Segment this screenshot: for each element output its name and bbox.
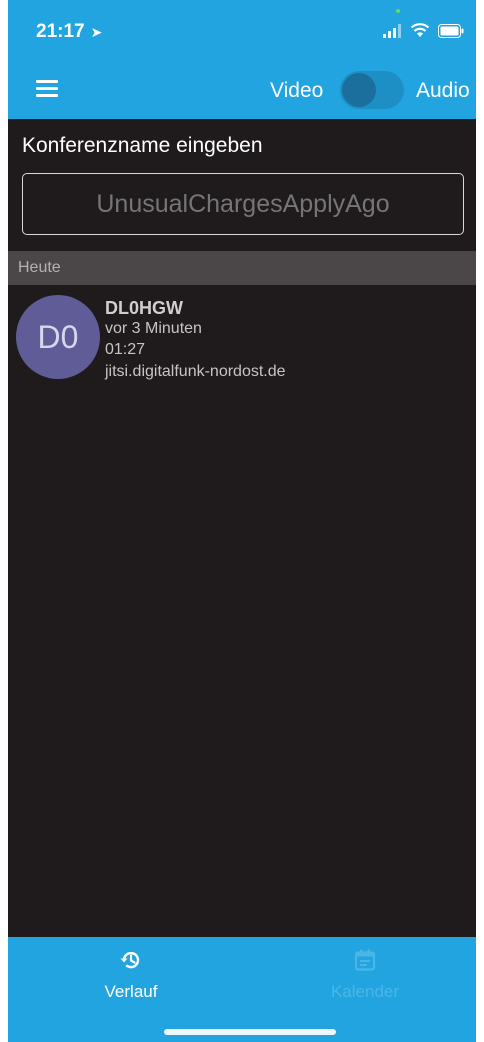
tab-calendar-label: Kalender xyxy=(330,982,400,1001)
tab-history[interactable]: Verlauf xyxy=(71,945,191,1005)
avatar: D0 xyxy=(16,295,100,379)
camera-indicator-dot xyxy=(396,9,400,13)
section-label-today: Heute xyxy=(18,259,61,276)
conference-name-title: Konferenzname eingeben xyxy=(22,134,263,157)
wifi-icon xyxy=(410,23,430,37)
video-label: Video xyxy=(270,79,324,102)
status-bar: 21:17 ➤ xyxy=(8,0,476,62)
meeting-time-ago: vor 3 Minuten xyxy=(105,320,202,337)
location-arrow-icon: ➤ xyxy=(90,24,103,40)
status-time: 21:17 xyxy=(36,21,85,42)
app-screen: 21:17 ➤ Video Audio Konferenzname eingeb… xyxy=(8,0,476,1042)
signal-icon xyxy=(383,24,401,38)
app-bar: Video Audio xyxy=(8,62,476,119)
history-section-header: Heute xyxy=(8,251,476,285)
home-indicator[interactable] xyxy=(164,1029,336,1035)
conference-name-input[interactable] xyxy=(22,173,464,235)
history-list-item[interactable]: D0 DL0HGW vor 3 Minuten 01:27 jitsi.digi… xyxy=(8,290,476,386)
audio-label: Audio xyxy=(416,79,470,102)
battery-icon xyxy=(438,24,464,38)
audio-only-toggle[interactable] xyxy=(340,71,404,109)
tab-calendar[interactable]: Kalender xyxy=(305,945,425,1005)
history-icon xyxy=(120,951,140,969)
meeting-duration: 01:27 xyxy=(105,341,146,358)
meeting-server: jitsi.digitalfunk-nordost.de xyxy=(105,363,286,380)
status-time-group: 21:17 ➤ xyxy=(36,21,102,43)
hamburger-menu-icon[interactable] xyxy=(36,80,58,98)
bottom-tab-bar: Verlauf Kalender xyxy=(8,937,476,1042)
toggle-knob xyxy=(342,73,376,107)
tab-history-label: Verlauf xyxy=(104,982,158,1001)
calendar-icon xyxy=(354,949,376,971)
meeting-name: DL0HGW xyxy=(105,298,183,318)
